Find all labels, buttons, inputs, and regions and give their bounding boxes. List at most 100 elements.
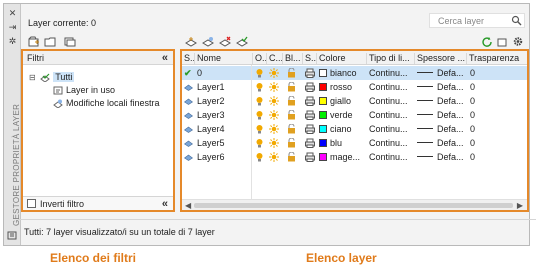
invert-filter-checkbox[interactable] [27, 199, 36, 208]
layer-color[interactable]: rosso [319, 82, 367, 93]
layer-lineweight[interactable]: Defa... [417, 138, 467, 149]
layer-color[interactable]: bianco [319, 68, 367, 79]
bulb-icon[interactable] [255, 152, 264, 163]
layer-row[interactable]: Layer6 mage... Continu... Defa... 0 [182, 150, 527, 164]
bulb-icon[interactable] [255, 124, 264, 135]
properties-icon[interactable]: ✲ [7, 36, 18, 46]
collapse-filters-bottom-icon[interactable]: « [162, 199, 168, 210]
layer-row[interactable]: Layer4 ciano Continu... Defa... 0 [182, 122, 527, 136]
horizontal-scrollbar[interactable]: ◀ ▶ [182, 199, 527, 210]
layer-color[interactable]: verde [319, 110, 367, 121]
layer-name[interactable]: Layer3 [197, 110, 251, 121]
layer-name[interactable]: Layer6 [197, 152, 251, 163]
gear-icon[interactable] [512, 36, 524, 47]
layer-color[interactable]: mage... [319, 152, 367, 163]
scroll-right-icon[interactable]: ▶ [517, 201, 523, 210]
scroll-left-icon[interactable]: ◀ [185, 201, 191, 210]
search-layer-input[interactable]: Cerca layer [429, 13, 525, 28]
bulb-icon[interactable] [255, 68, 264, 79]
sun-icon[interactable] [269, 138, 279, 149]
col-color[interactable]: Colore [317, 53, 367, 64]
layer-transparency[interactable]: 0 [470, 68, 510, 79]
layer-transparency[interactable]: 0 [470, 110, 510, 121]
new-property-filter-icon[interactable] [28, 36, 40, 47]
printer-icon[interactable] [305, 152, 315, 163]
tree-item-all[interactable]: ⊟ Tutti [29, 72, 75, 85]
layer-linetype[interactable]: Continu... [369, 82, 415, 93]
col-lineweight[interactable]: Spessore ... [415, 53, 467, 64]
layer-name[interactable]: Layer5 [197, 138, 251, 149]
lock-icon[interactable] [287, 152, 296, 163]
col-plot[interactable]: S... [303, 53, 317, 64]
layer-transparency[interactable]: 0 [470, 82, 510, 93]
collapse-filters-icon[interactable]: « [162, 53, 168, 64]
layer-lineweight[interactable]: Defa... [417, 96, 467, 107]
layer-lineweight[interactable]: Defa... [417, 124, 467, 135]
printer-icon[interactable] [305, 82, 315, 93]
layer-row[interactable]: Layer5 blu Continu... Defa... 0 [182, 136, 527, 150]
layer-lineweight[interactable]: Defa... [417, 110, 467, 121]
expand-icon[interactable] [496, 37, 508, 48]
palette-settings-icon[interactable] [7, 230, 18, 240]
new-layer-vp-frozen-icon[interactable] [202, 36, 214, 47]
printer-icon[interactable] [305, 124, 315, 135]
lock-icon[interactable] [287, 110, 296, 121]
printer-icon[interactable] [305, 138, 315, 149]
col-freeze[interactable]: C... [267, 53, 283, 64]
layer-linetype[interactable]: Continu... [369, 138, 415, 149]
layer-name[interactable]: Layer4 [197, 124, 251, 135]
printer-icon[interactable] [305, 68, 315, 79]
search-icon[interactable] [511, 15, 522, 26]
autohide-icon[interactable]: ⇥ [7, 22, 18, 32]
refresh-icon[interactable] [481, 37, 493, 48]
col-name[interactable]: Nome [195, 53, 253, 64]
lock-icon[interactable] [287, 68, 296, 79]
sun-icon[interactable] [269, 82, 279, 93]
tree-collapse-icon[interactable]: ⊟ [29, 73, 36, 82]
layer-name[interactable]: Layer2 [197, 96, 251, 107]
layer-lineweight[interactable]: Defa... [417, 82, 467, 93]
new-layer-icon[interactable] [185, 36, 197, 47]
layer-linetype[interactable]: Continu... [369, 152, 415, 163]
printer-icon[interactable] [305, 110, 315, 121]
bulb-icon[interactable] [255, 96, 264, 107]
layer-linetype[interactable]: Continu... [369, 96, 415, 107]
bulb-icon[interactable] [255, 82, 264, 93]
layer-name[interactable]: 0 [197, 68, 251, 79]
layer-lineweight[interactable]: Defa... [417, 68, 467, 79]
layer-lineweight[interactable]: Defa... [417, 152, 467, 163]
layer-name[interactable]: Layer1 [197, 82, 251, 93]
col-linetype[interactable]: Tipo di li... [367, 53, 415, 64]
lock-icon[interactable] [287, 82, 296, 93]
layer-row[interactable]: Layer3 verde Continu... Defa... 0 [182, 108, 527, 122]
sun-icon[interactable] [269, 68, 279, 79]
layer-transparency[interactable]: 0 [470, 124, 510, 135]
delete-layer-icon[interactable] [219, 36, 231, 47]
layer-linetype[interactable]: Continu... [369, 68, 415, 79]
col-lock[interactable]: Bl... [283, 53, 303, 64]
lock-icon[interactable] [287, 124, 296, 135]
tree-item-viewport-overrides[interactable]: Modifiche locali finestra [53, 98, 160, 111]
layer-row[interactable]: Layer2 giallo Continu... Defa... 0 [182, 94, 527, 108]
sun-icon[interactable] [269, 96, 279, 107]
layer-states-icon[interactable] [64, 36, 76, 47]
bulb-icon[interactable] [255, 110, 264, 121]
layer-linetype[interactable]: Continu... [369, 124, 415, 135]
layer-linetype[interactable]: Continu... [369, 110, 415, 121]
layer-color[interactable]: ciano [319, 124, 367, 135]
layer-color[interactable]: blu [319, 138, 367, 149]
sun-icon[interactable] [269, 110, 279, 121]
close-icon[interactable]: ✕ [7, 8, 18, 18]
layer-color[interactable]: giallo [319, 96, 367, 107]
sun-icon[interactable] [269, 124, 279, 135]
layer-transparency[interactable]: 0 [470, 96, 510, 107]
scrollbar-thumb[interactable] [194, 203, 513, 208]
new-group-filter-icon[interactable] [44, 36, 56, 47]
printer-icon[interactable] [305, 96, 315, 107]
sun-icon[interactable] [269, 152, 279, 163]
col-status[interactable]: S... [182, 53, 195, 64]
layer-transparency[interactable]: 0 [470, 138, 510, 149]
lock-icon[interactable] [287, 138, 296, 149]
layer-transparency[interactable]: 0 [470, 152, 510, 163]
col-on[interactable]: O... [253, 53, 267, 64]
